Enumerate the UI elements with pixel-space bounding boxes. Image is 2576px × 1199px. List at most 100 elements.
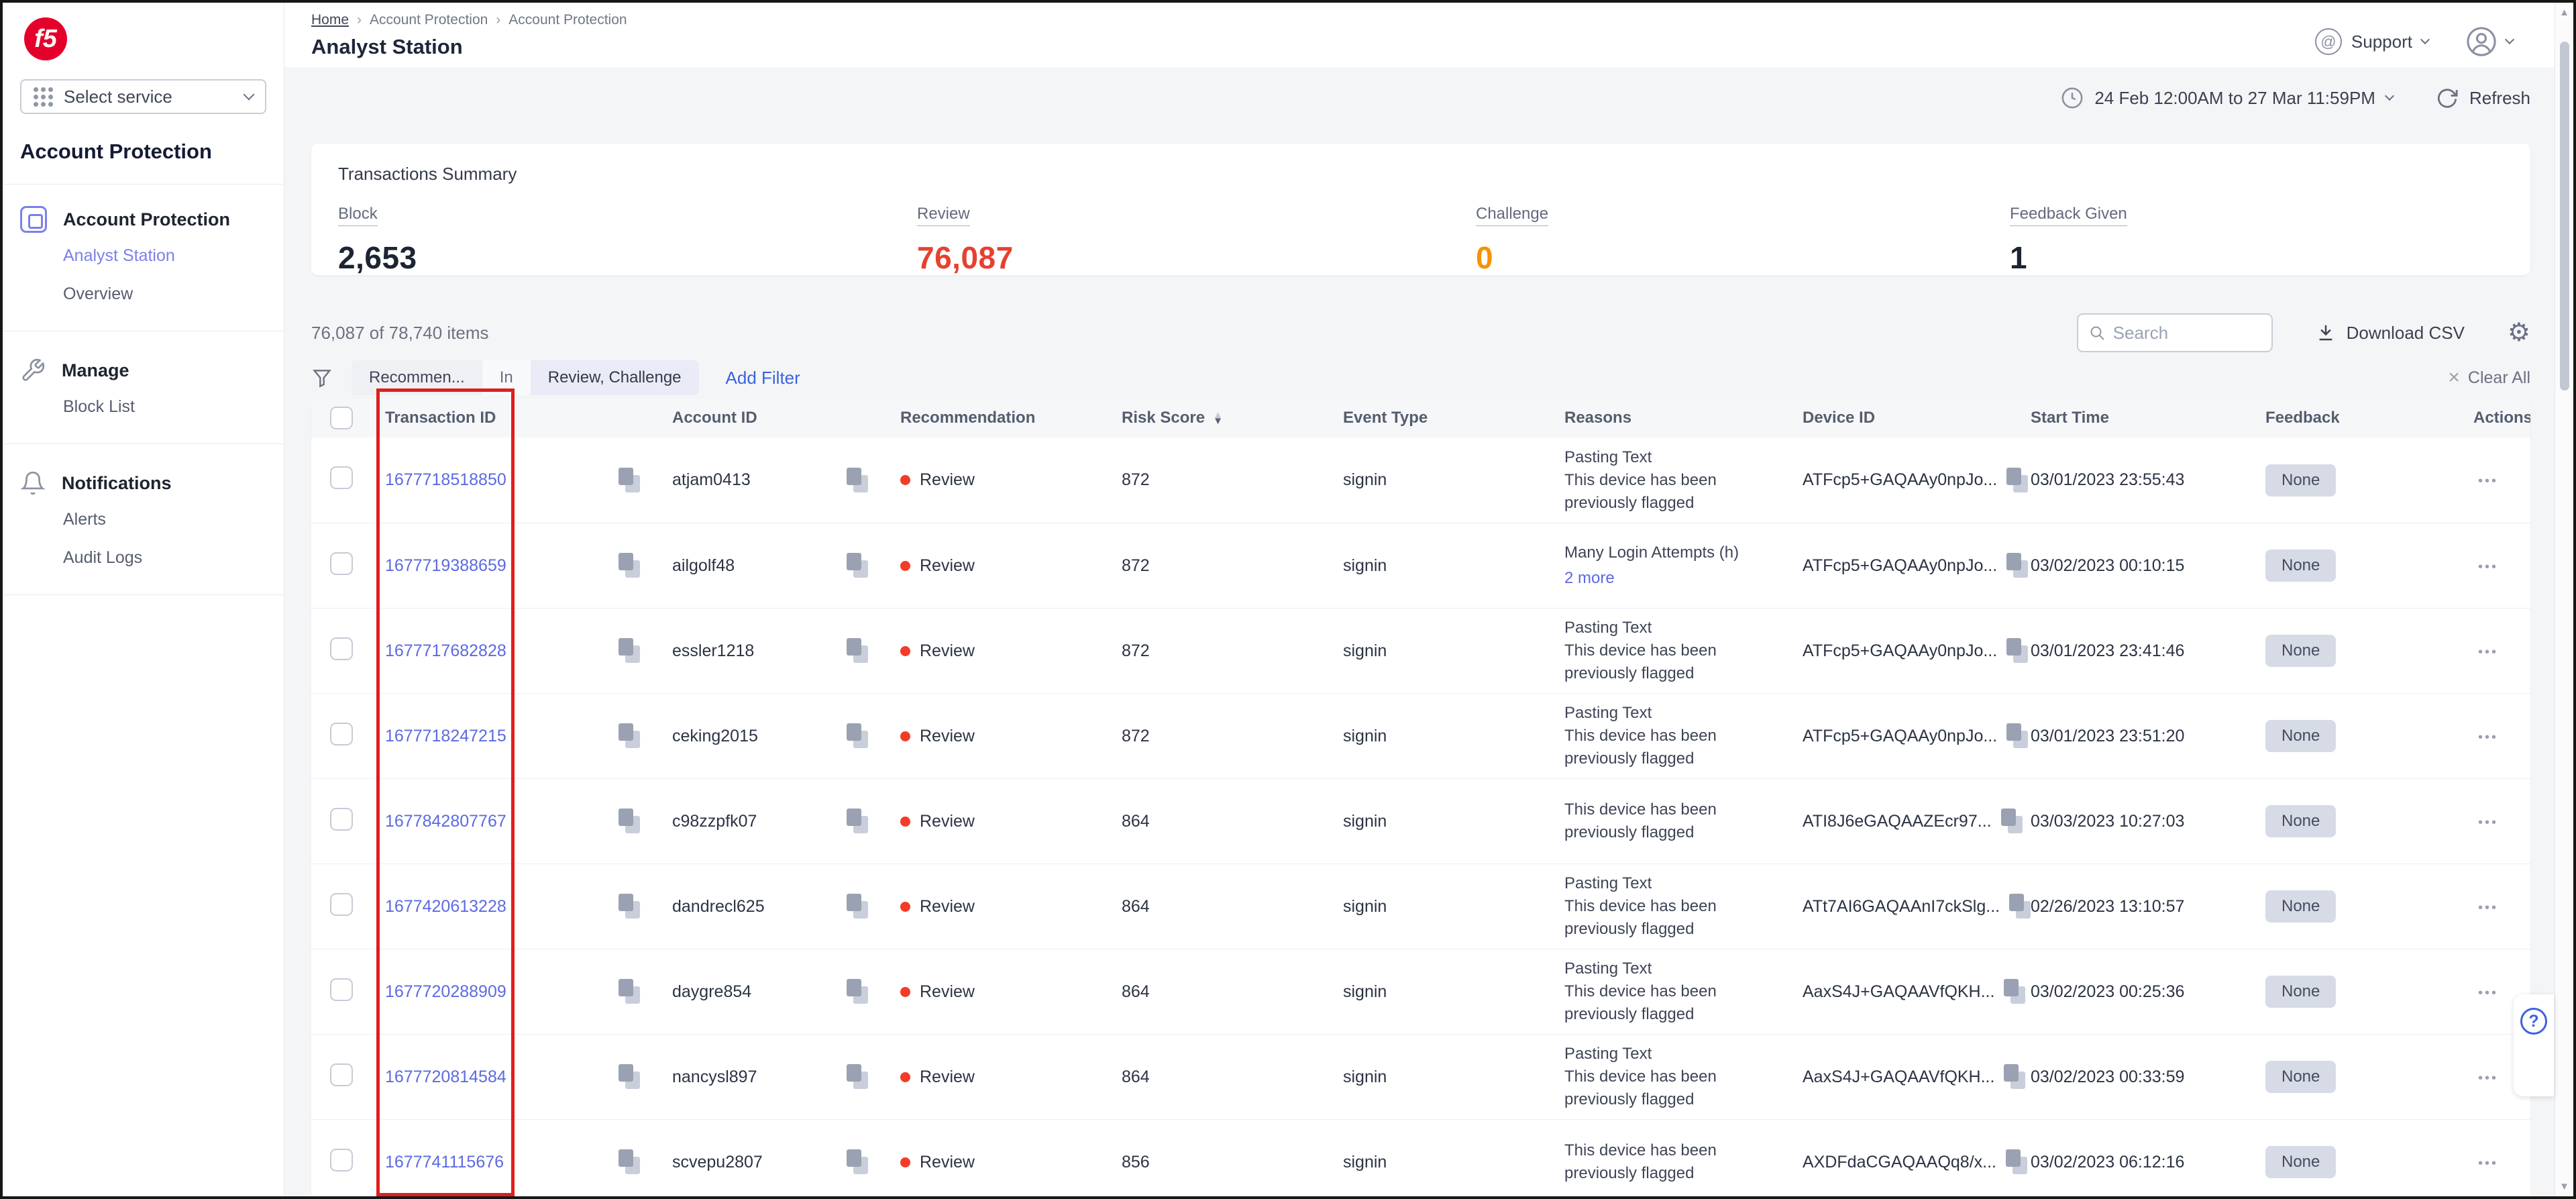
download-csv-button[interactable]: Download CSV xyxy=(2316,323,2465,344)
sidebar-item-alerts[interactable]: Alerts xyxy=(63,501,266,539)
column-header-reasons[interactable]: Reasons xyxy=(1564,409,1803,427)
scrollbar[interactable]: ▲ ▼ xyxy=(2555,3,2573,1196)
sidebar-group[interactable]: Notifications xyxy=(20,466,266,501)
filter-value[interactable]: Review, Challenge xyxy=(530,360,699,395)
column-header-recommendation[interactable]: Recommendation xyxy=(900,409,1122,427)
clear-all-button[interactable]: × Clear All xyxy=(2448,366,2530,389)
transaction-id-link[interactable]: 1677718518850 xyxy=(385,470,506,490)
column-header-feedback[interactable]: Feedback xyxy=(2265,409,2473,427)
copy-icon[interactable] xyxy=(2006,1149,2029,1175)
refresh-button[interactable]: Refresh xyxy=(2436,87,2530,109)
row-checkbox[interactable] xyxy=(330,807,353,831)
filter-operator[interactable]: In xyxy=(482,360,531,395)
row-checkbox[interactable] xyxy=(330,1148,353,1171)
copy-icon[interactable] xyxy=(847,1064,869,1090)
transaction-id-link[interactable]: 1677420613228 xyxy=(385,897,506,917)
reasons-more-link[interactable]: 2 more xyxy=(1564,567,1789,590)
select-all-checkbox[interactable] xyxy=(330,407,353,429)
stat-label[interactable]: Block xyxy=(338,205,378,226)
copy-icon[interactable] xyxy=(619,894,641,919)
breadcrumb-item[interactable]: Account Protection xyxy=(370,12,488,28)
row-actions-button[interactable]: ••• xyxy=(2478,1156,2498,1171)
stat-label[interactable]: Review xyxy=(917,205,970,226)
copy-icon[interactable] xyxy=(619,1064,641,1090)
copy-icon[interactable] xyxy=(847,809,869,834)
copy-icon[interactable] xyxy=(2004,979,2027,1004)
sidebar-item-overview[interactable]: Overview xyxy=(63,275,266,313)
copy-icon[interactable] xyxy=(619,638,641,664)
copy-icon[interactable] xyxy=(2006,553,2029,578)
copy-icon[interactable] xyxy=(847,638,869,664)
column-header-start-time[interactable]: Start Time xyxy=(2031,409,2265,427)
row-actions-button[interactable]: ••• xyxy=(2478,815,2498,830)
copy-icon[interactable] xyxy=(847,1149,869,1175)
column-header-event-type[interactable]: Event Type xyxy=(1343,409,1564,427)
breadcrumb-item[interactable]: Home xyxy=(311,12,349,28)
row-actions-button[interactable]: ••• xyxy=(2478,474,2498,488)
transaction-id-link[interactable]: 1677717682828 xyxy=(385,641,506,661)
copy-icon[interactable] xyxy=(2009,894,2032,919)
filter-field[interactable]: Recommen... xyxy=(352,360,482,395)
sidebar-item-block-list[interactable]: Block List xyxy=(63,388,266,426)
support-menu[interactable]: @ Support xyxy=(2314,28,2430,55)
copy-icon[interactable] xyxy=(619,1149,641,1175)
row-actions-button[interactable]: ••• xyxy=(2478,730,2498,745)
copy-icon[interactable] xyxy=(619,553,641,578)
copy-icon[interactable] xyxy=(847,894,869,919)
active-filter-pill[interactable]: Recommen... In Review, Challenge xyxy=(352,360,699,395)
scrollbar-thumb[interactable] xyxy=(2560,42,2569,390)
sidebar-group[interactable]: Account Protection xyxy=(20,202,266,237)
copy-icon[interactable] xyxy=(619,809,641,834)
search-box[interactable] xyxy=(2076,313,2273,352)
row-checkbox[interactable] xyxy=(330,552,353,575)
copy-icon[interactable] xyxy=(2006,638,2029,664)
column-header-actions[interactable]: Actions xyxy=(2473,409,2530,427)
transaction-id-link[interactable]: 1677720288909 xyxy=(385,982,506,1002)
copy-icon[interactable] xyxy=(619,723,641,749)
row-checkbox[interactable] xyxy=(330,466,353,489)
row-actions-button[interactable]: ••• xyxy=(2478,560,2498,574)
copy-icon[interactable] xyxy=(847,553,869,578)
transaction-id-link[interactable]: 1677720814584 xyxy=(385,1067,506,1087)
row-actions-button[interactable]: ••• xyxy=(2478,1071,2498,1086)
transaction-id-link[interactable]: 1677842807767 xyxy=(385,812,506,831)
date-range-picker[interactable]: 24 Feb 12:00AM to 27 Mar 11:59PM xyxy=(2061,87,2395,109)
row-actions-button[interactable]: ••• xyxy=(2478,645,2498,660)
copy-icon[interactable] xyxy=(619,979,641,1004)
copy-icon[interactable] xyxy=(2006,723,2029,749)
row-actions-button[interactable]: ••• xyxy=(2478,986,2498,1000)
select-service-dropdown[interactable]: Select service xyxy=(20,79,266,114)
sidebar-item-analyst-station[interactable]: Analyst Station xyxy=(63,237,266,275)
column-header-transaction-id[interactable]: Transaction ID xyxy=(377,409,672,427)
copy-icon[interactable] xyxy=(2000,809,2024,834)
copy-icon[interactable] xyxy=(2004,1064,2027,1090)
stat-label[interactable]: Feedback Given xyxy=(2010,205,2127,226)
row-checkbox[interactable] xyxy=(330,722,353,745)
row-actions-button[interactable]: ••• xyxy=(2478,900,2498,915)
transaction-id-link[interactable]: 1677719388659 xyxy=(385,556,506,576)
stat-label[interactable]: Challenge xyxy=(1476,205,1549,226)
row-checkbox[interactable] xyxy=(330,978,353,1001)
column-header-account-id[interactable]: Account ID xyxy=(672,409,900,427)
transaction-id-link[interactable]: 1677718247215 xyxy=(385,727,506,746)
copy-icon[interactable] xyxy=(2006,467,2029,493)
breadcrumb-item[interactable]: Account Protection xyxy=(508,12,627,28)
f5-logo[interactable]: f5 xyxy=(24,17,67,60)
column-header-device-id[interactable]: Device ID xyxy=(1803,409,2031,427)
user-menu[interactable] xyxy=(2466,26,2515,57)
transaction-id-link[interactable]: 1677741115676 xyxy=(385,1153,504,1172)
copy-icon[interactable] xyxy=(847,467,869,493)
copy-icon[interactable] xyxy=(847,723,869,749)
row-checkbox[interactable] xyxy=(330,637,353,660)
column-header-risk-score[interactable]: Risk Score ▲ ▼ xyxy=(1122,409,1343,427)
sort-icon[interactable]: ▲ ▼ xyxy=(1213,409,1223,426)
add-filter-link[interactable]: Add Filter xyxy=(726,368,800,388)
scroll-up-arrow[interactable]: ▲ xyxy=(2555,7,2573,18)
scroll-down-arrow[interactable]: ▼ xyxy=(2555,1181,2573,1192)
sidebar-group[interactable]: Manage xyxy=(20,353,266,388)
gear-icon[interactable]: ⚙ xyxy=(2508,320,2530,346)
search-input[interactable] xyxy=(2112,322,2261,344)
help-button[interactable]: ? xyxy=(2514,994,2554,1096)
row-checkbox[interactable] xyxy=(330,892,353,916)
copy-icon[interactable] xyxy=(847,979,869,1004)
